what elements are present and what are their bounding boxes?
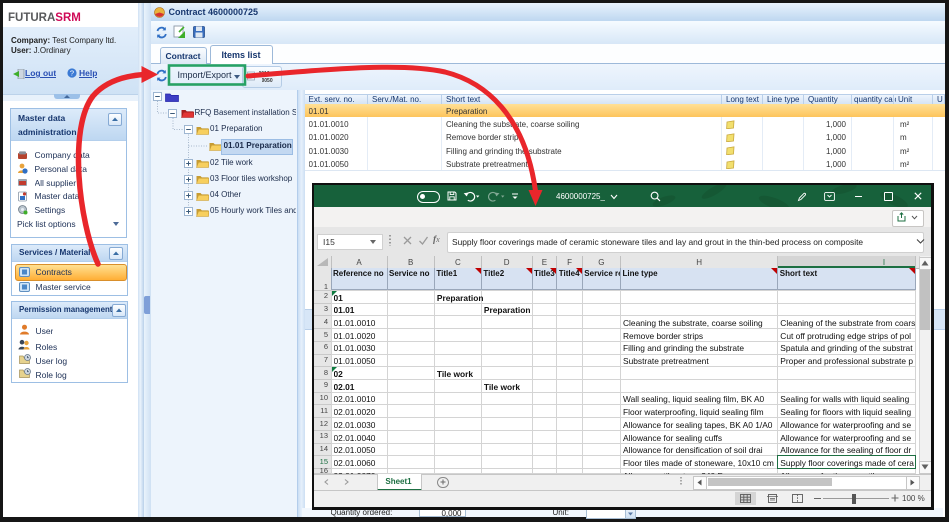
svg-text:?: ? bbox=[70, 69, 74, 78]
